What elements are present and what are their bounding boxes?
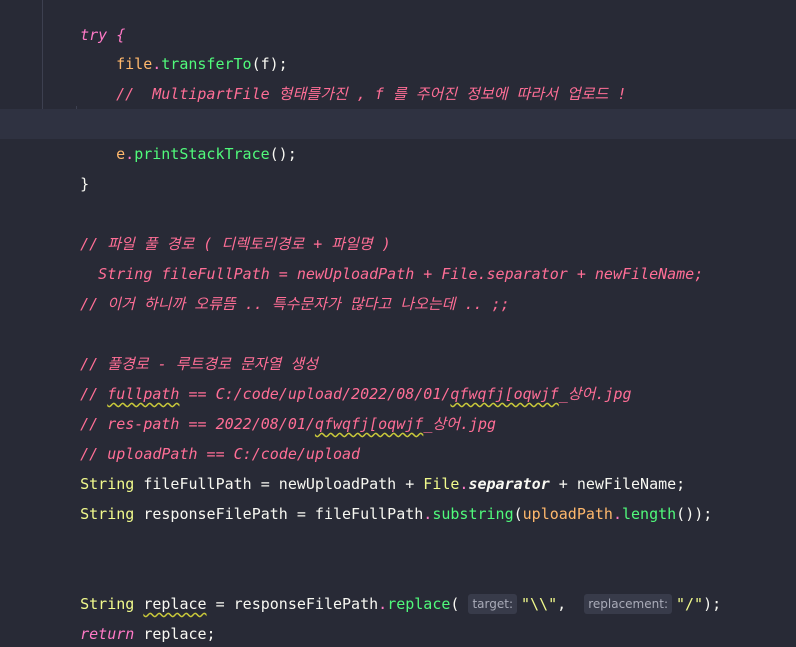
code-line-catch[interactable]: } catch (IOException e) { — [0, 79, 796, 133]
code-line-comment-error[interactable]: // 이거 하니까 오류뜸 .. 특수문자가 많다고 나오는데 .. ;; — [0, 259, 796, 313]
code-line-responsefilepath[interactable]: String responseFilePath = fileFullPath.s… — [0, 469, 796, 523]
dot: . — [612, 505, 622, 523]
dot: . — [423, 505, 433, 523]
paren: ( — [513, 505, 523, 523]
code-line-transfer[interactable]: file.transferTo(f); — [0, 19, 796, 73]
code-line-final-brace[interactable]: } — [0, 619, 796, 647]
brace: } — [80, 175, 90, 193]
comment: // 이거 하니까 오류뜸 .. 특수문자가 많다고 나오는데 .. ;; — [80, 295, 510, 313]
code-line-comment-uploadpath[interactable]: // uploadPath == C:/code/upload — [0, 409, 796, 463]
code-line-comment-fullpath-example[interactable]: // fullpath == C:/code/upload/2022/08/01… — [0, 349, 796, 403]
method-substring: substring — [432, 505, 514, 523]
code-line-printstacktrace[interactable]: e.printStackTrace(); — [0, 109, 796, 163]
code-line-comment-rootpath[interactable]: // 풀경로 - 루트경로 문자열 생성 — [0, 319, 796, 373]
param-uploadPath: uploadPath — [522, 505, 613, 523]
code-text: responseFilePath = fileFullPath — [134, 505, 424, 523]
code-line-comment-upload[interactable]: // MultipartFile 형태를가진 , f 를 주어진 정보에 따라서… — [0, 49, 796, 103]
code-line-close-brace[interactable]: } — [0, 139, 796, 193]
type-string: String — [80, 505, 135, 523]
code-line-replace[interactable]: String replace = responseFilePath.replac… — [0, 559, 796, 614]
code-line-filefullpath[interactable]: String fileFullPath = newUploadPath + Fi… — [0, 439, 796, 493]
code-editor[interactable]: try { file.transferTo(f); // MultipartFi… — [0, 0, 796, 647]
method-length: length — [621, 505, 677, 523]
code-line-comment-string[interactable]: String fileFullPath = newUploadPath + Fi… — [0, 229, 796, 283]
code-line-comment-fullpath[interactable]: // 파일 풀 경로 ( 디렉토리경로 + 파일명 ) — [0, 199, 796, 253]
code-line-return[interactable]: return replace; — [0, 589, 796, 643]
code-line-try[interactable]: try { — [0, 0, 796, 44]
paren: ()); — [676, 505, 713, 523]
code-line-comment-respath[interactable]: // res-path == 2022/08/01/qfwqfj[oqwjf_상… — [0, 379, 796, 433]
